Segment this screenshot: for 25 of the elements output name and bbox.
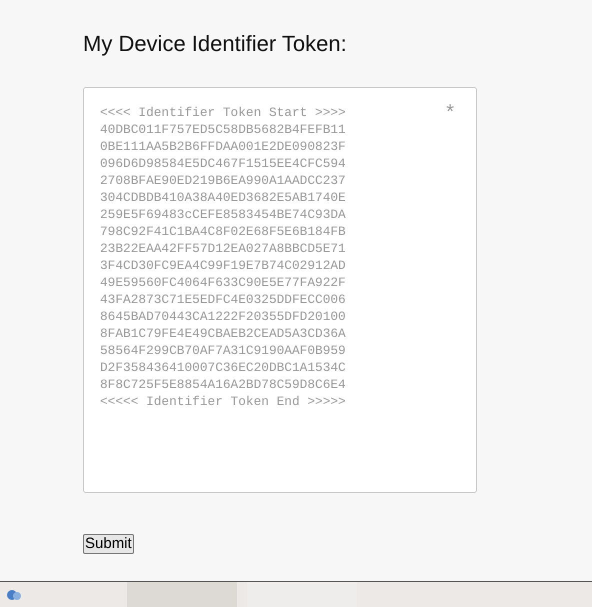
submit-button[interactable]: Submit [83,534,134,554]
app-icon [6,588,22,602]
token-line: 0BE111AA5B2B6FFDAA001E2DE090823F [100,138,346,155]
taskbar-button[interactable] [247,582,357,607]
token-line: <<<<< Identifier Token End >>>>> [100,393,346,410]
page-heading: My Device Identifier Token: [83,30,347,58]
token-line: <<<< Identifier Token Start >>>> [100,104,346,121]
token-line: 49E59560FC4064F633C90E5E77FA922F [100,274,346,291]
token-line: 23B22EAA42FF57D12EA027A8BBCD5E71 [100,240,346,257]
token-line: 304CDBDB410A38A40ED3682E5AB1740E [100,189,346,206]
token-line: 8F8C725F5E8854A16A2BD78C59D8C6E4 [100,376,346,393]
token-line: 8645BAD70443CA1222F20355DFD20100 [100,308,346,325]
token-line: 096D6D98584E5DC467F1515EE4CFC594 [100,155,346,172]
token-line: 798C92F41C1BA4C8F02E68F5E6B184FB [100,223,346,240]
token-line: 40DBC011F757ED5C58DB5682B4FEFB11 [100,121,346,138]
taskbar-button[interactable] [127,582,237,607]
token-line: D2F358436410007C36EC20DBC1A1534C [100,359,346,376]
token-line: 3F4CD30FC9EA4C99F19E7B74C02912AD [100,257,346,274]
token-line: 8FAB1C79FE4E49CBAEB2CEAD5A3CD36A [100,325,346,342]
token-line: 2708BFAE90ED219B6EA990A1AADCC237 [100,172,346,189]
token-line: 43FA2873C71E5EDFC4E0325DDFECC006 [100,291,346,308]
token-line: 259E5F69483cCEFE8583454BE74C93DA [100,206,346,223]
token-line: 58564F299CB70AF7A31C9190AAF0B959 [100,342,346,359]
required-mark: * [446,104,454,120]
token-text-area[interactable] [83,87,477,493]
